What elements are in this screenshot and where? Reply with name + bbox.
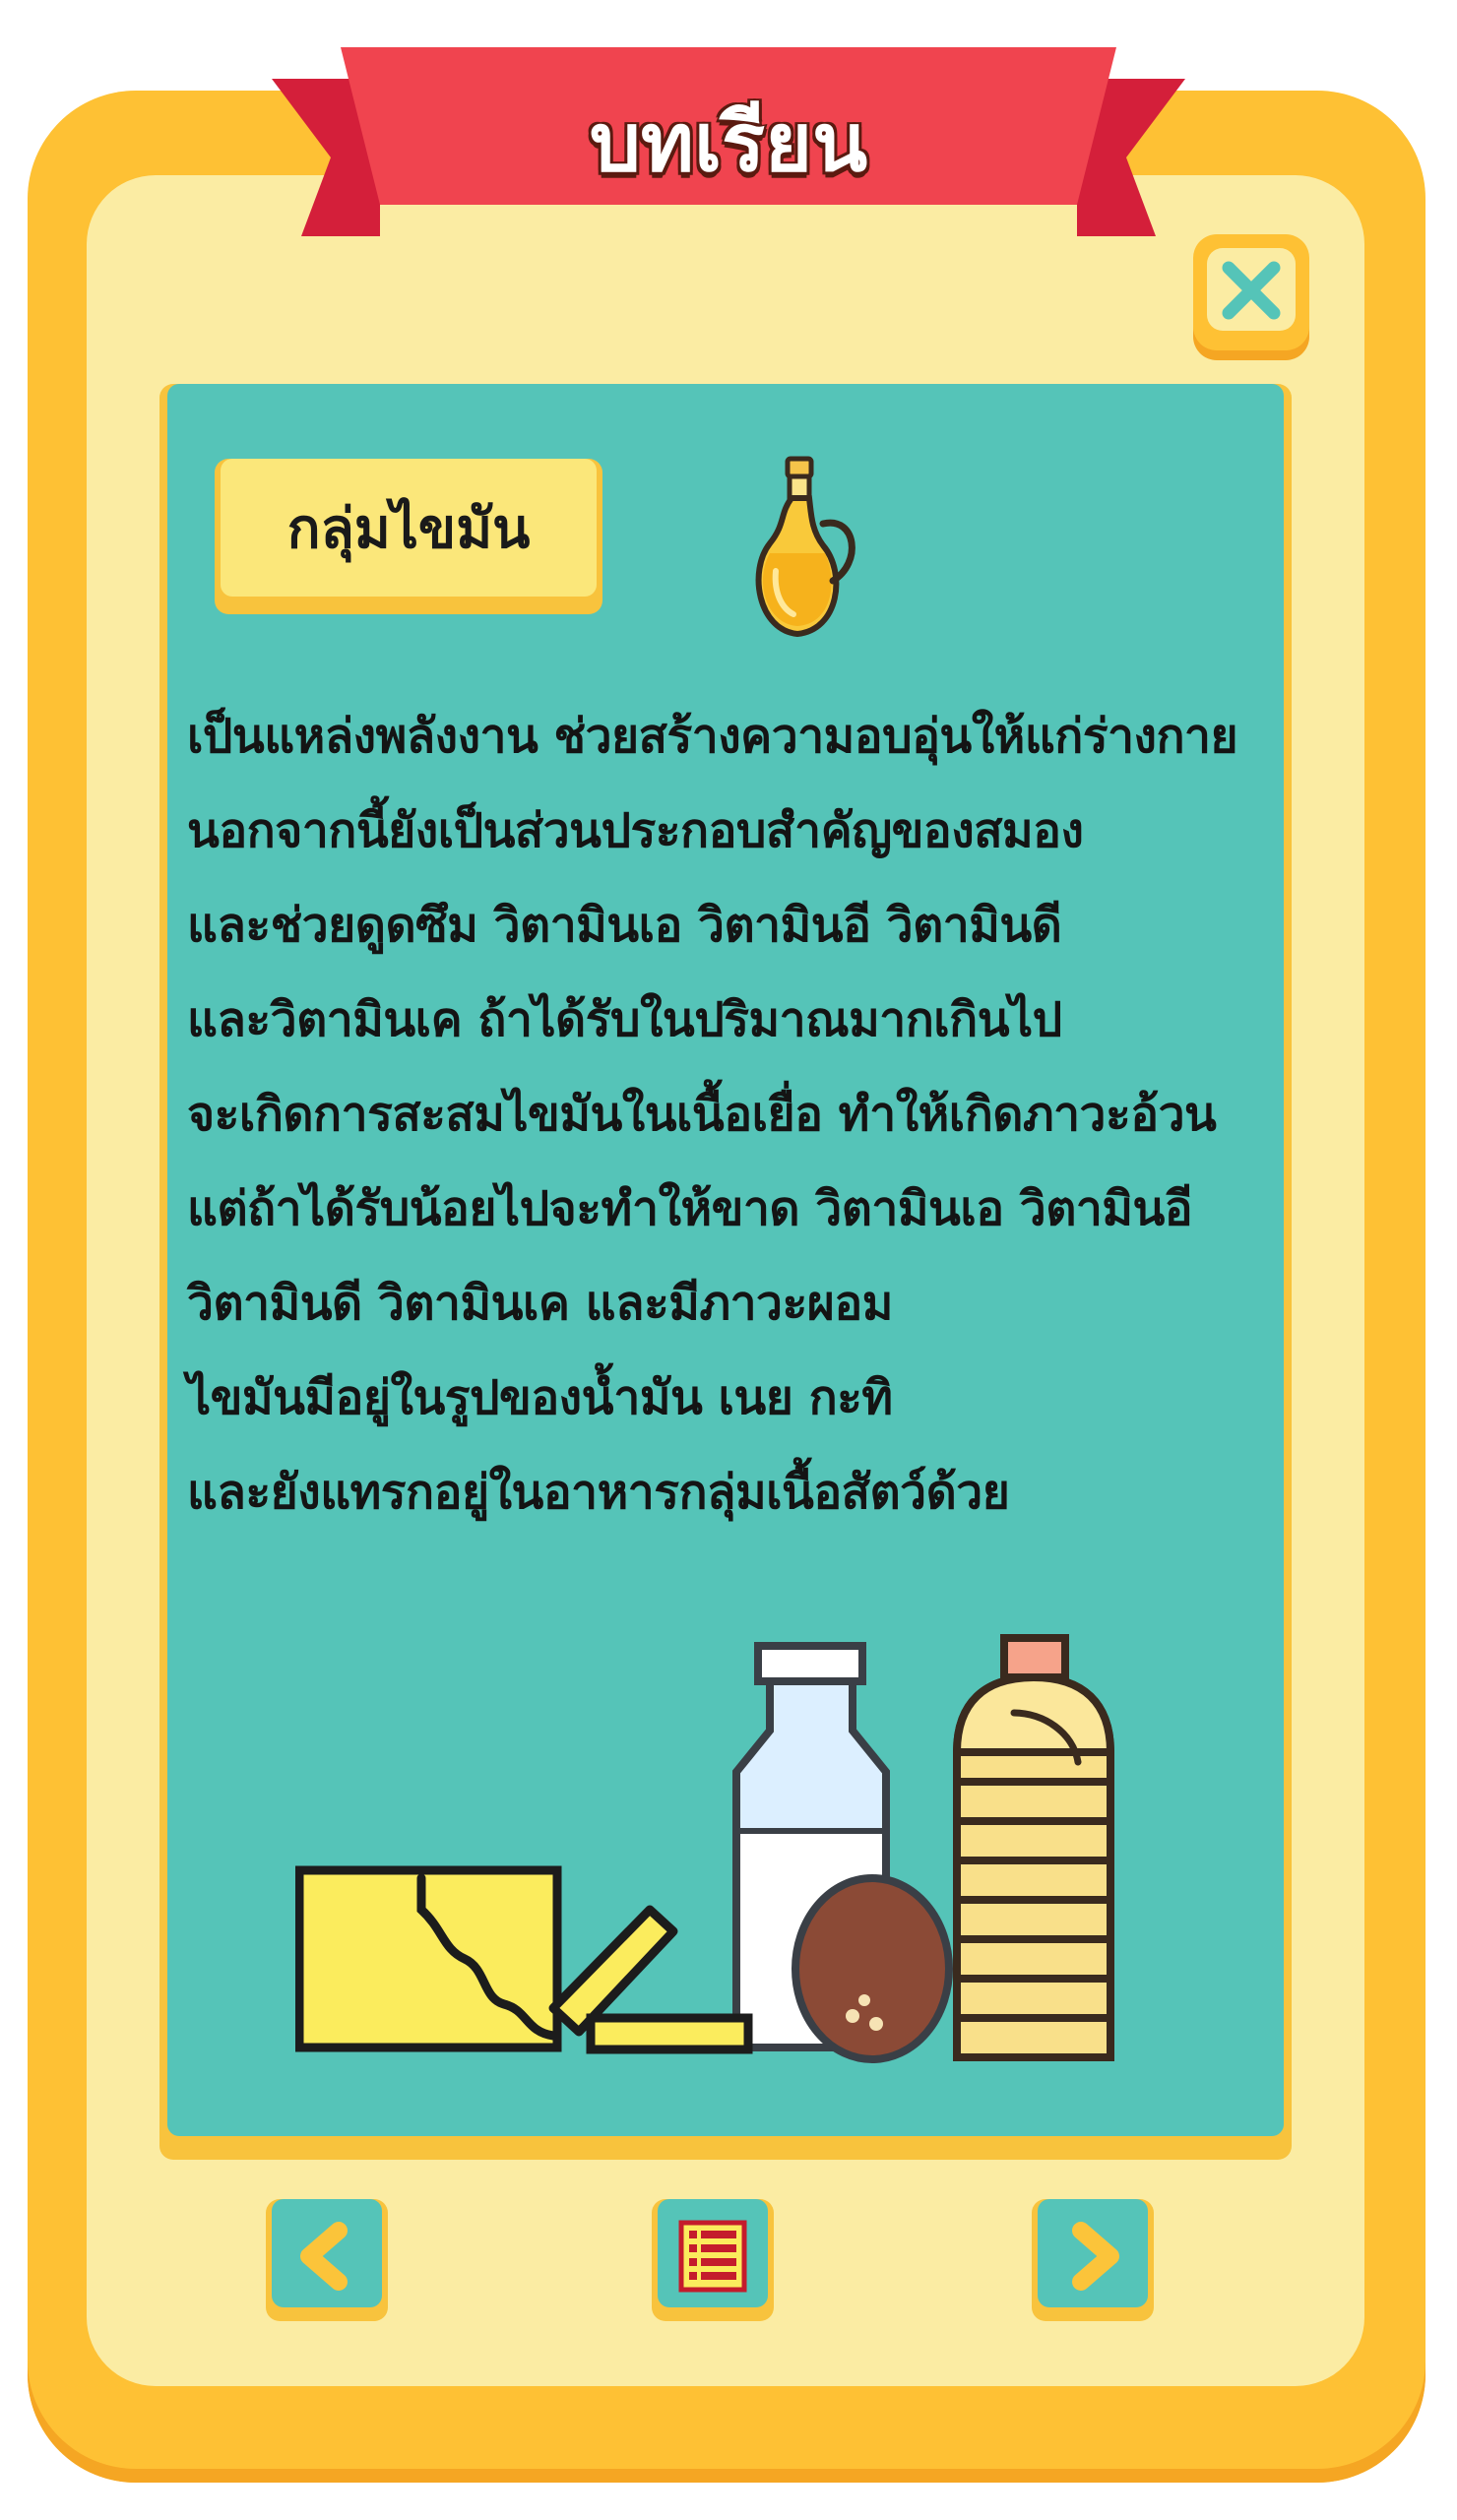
next-button[interactable] [1032,2199,1154,2321]
oil-jug-icon [755,456,855,638]
lesson-line: และยังแทรกอยู่ในอาหารกลุ่มเนื้อสัตว์ด้วย [187,1465,1010,1520]
category-label: กลุ่มไขมัน [215,459,602,614]
lesson-line: จะเกิดการสะสมไขมันในเนื้อเยื่อ ทำให้เกิด… [187,1087,1217,1142]
lesson-line: และช่วยดูดซึม วิตามินเอ วิตามินอี วิตามิ… [187,898,1062,953]
lesson-line: นอกจากนี้ยังเป็นส่วนประกอบสำคัญของสมอง [187,803,1084,858]
prev-button[interactable] [266,2199,388,2321]
butter-icon [295,1865,753,2054]
lesson-line: แต่ถ้าได้รับน้อยไปจะทำให้ขาด วิตามินเอ ว… [187,1181,1193,1236]
menu-list-icon [678,2220,747,2293]
fat-foods-illustration [295,1634,1115,2063]
close-icon [1222,261,1281,320]
menu-button[interactable] [652,2199,774,2321]
close-button[interactable] [1193,234,1309,350]
category-label-text: กลุ่มไขมัน [221,459,597,597]
lesson-line: ไขมันมีอยู่ในรูปของน้ำมัน เนย กะทิ [187,1370,893,1425]
lesson-line: วิตามินดี วิตามินเค และมีภาวะผอม [187,1276,893,1331]
lesson-line: และวิตามินเค ถ้าได้รับในปริมาณมากเกินไป [187,992,1062,1047]
page-title: บทเรียน [589,96,868,190]
chevron-right-icon [1072,2222,1119,2291]
coconut-icon [792,1874,953,2063]
lesson-text: เป็นแหล่งพลังงาน ช่วยสร้างความอบอุ่นให้แ… [187,689,1280,1540]
oil-bottle-icon [952,1634,1115,2061]
title-ribbon: บทเรียน [272,39,1185,256]
lesson-line: เป็นแหล่งพลังงาน ช่วยสร้างความอบอุ่นให้แ… [187,709,1238,764]
chevron-left-icon [300,2222,348,2291]
